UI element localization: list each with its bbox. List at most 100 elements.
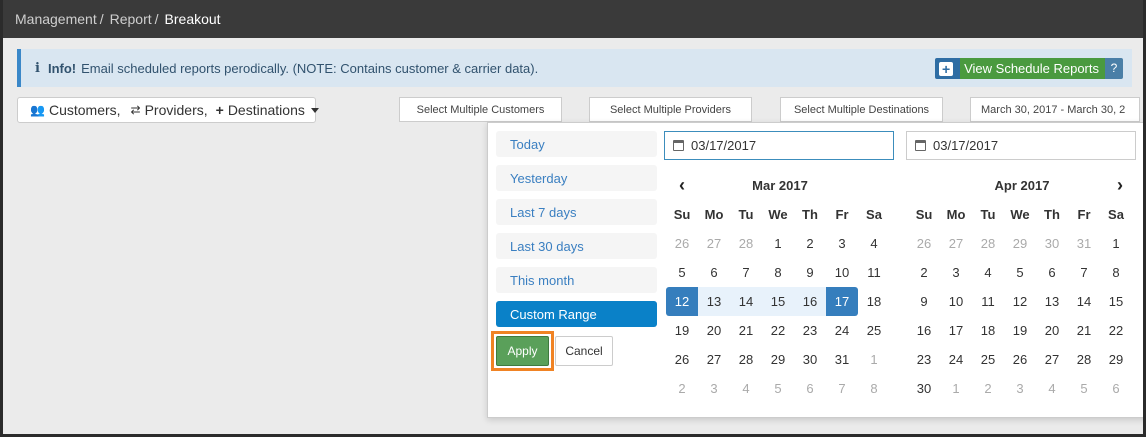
range-yesterday[interactable]: Yesterday (496, 165, 657, 191)
breadcrumb-management[interactable]: Management (15, 11, 97, 27)
calendar-day[interactable]: 12 (1004, 287, 1036, 316)
calendar-day[interactable]: 15 (1100, 287, 1132, 316)
calendar-day[interactable]: 19 (666, 316, 698, 345)
calendar-day[interactable]: 7 (1068, 258, 1100, 287)
calendar-day[interactable]: 28 (1068, 345, 1100, 374)
calendar-day[interactable]: 16 (908, 316, 940, 345)
calendar-day[interactable]: 30 (908, 374, 940, 403)
calendar-day[interactable]: 29 (1100, 345, 1132, 374)
range-custom[interactable]: Custom Range (496, 301, 657, 327)
calendar-day[interactable]: 5 (1068, 374, 1100, 403)
date-range-input[interactable]: March 30, 2017 - March 30, 2 (970, 97, 1140, 122)
calendar-day[interactable]: 20 (698, 316, 730, 345)
calendar-day[interactable]: 5 (1004, 258, 1036, 287)
calendar-day[interactable]: 1 (858, 345, 890, 374)
calendar-day[interactable]: 1 (940, 374, 972, 403)
calendar-day[interactable]: 5 (762, 374, 794, 403)
calendar-day[interactable]: 8 (858, 374, 890, 403)
calendar-day[interactable]: 26 (908, 229, 940, 258)
calendar-day[interactable]: 22 (1100, 316, 1132, 345)
calendar-day[interactable]: 1 (762, 229, 794, 258)
end-date-input[interactable]: 03/17/2017 (906, 131, 1136, 160)
calendar-day[interactable]: 27 (698, 345, 730, 374)
calendar-day[interactable]: 6 (794, 374, 826, 403)
calendar-day[interactable]: 27 (1036, 345, 1068, 374)
view-schedule-reports-button[interactable]: + View Schedule Reports (935, 58, 1105, 79)
help-button[interactable]: ? (1105, 58, 1123, 79)
calendar-day[interactable]: 7 (730, 258, 762, 287)
calendar-day[interactable]: 15 (762, 287, 794, 316)
calendar-day[interactable]: 21 (1068, 316, 1100, 345)
calendar-day[interactable]: 17 (826, 287, 858, 316)
calendar-day[interactable]: 14 (1068, 287, 1100, 316)
breadcrumb-report[interactable]: Report (110, 11, 152, 27)
calendar-day[interactable]: 1 (1100, 229, 1132, 258)
calendar-day[interactable]: 6 (1100, 374, 1132, 403)
range-last-30-days[interactable]: Last 30 days (496, 233, 657, 259)
calendar-day[interactable]: 10 (826, 258, 858, 287)
calendar-day[interactable]: 6 (1036, 258, 1068, 287)
calendar-day[interactable]: 17 (940, 316, 972, 345)
calendar-day[interactable]: 2 (666, 374, 698, 403)
calendar-day[interactable]: 11 (858, 258, 890, 287)
calendar-day[interactable]: 20 (1036, 316, 1068, 345)
calendar-day[interactable]: 24 (826, 316, 858, 345)
calendar-day[interactable]: 27 (698, 229, 730, 258)
select-customers[interactable]: Select Multiple Customers (399, 97, 562, 122)
calendar-day[interactable]: 26 (666, 229, 698, 258)
calendar-day[interactable]: 7 (826, 374, 858, 403)
calendar-day[interactable]: 9 (908, 287, 940, 316)
calendar-day[interactable]: 27 (940, 229, 972, 258)
calendar-day[interactable]: 18 (972, 316, 1004, 345)
calendar-day[interactable]: 28 (730, 345, 762, 374)
chevron-right-icon[interactable]: › (1117, 175, 1123, 196)
calendar-day[interactable]: 4 (1036, 374, 1068, 403)
calendar-day[interactable]: 5 (666, 258, 698, 287)
calendar-day[interactable]: 4 (730, 374, 762, 403)
calendar-day[interactable]: 25 (972, 345, 1004, 374)
apply-button[interactable]: Apply (496, 336, 549, 366)
calendar-day[interactable]: 31 (1068, 229, 1100, 258)
calendar-day[interactable]: 23 (794, 316, 826, 345)
calendar-day[interactable]: 28 (730, 229, 762, 258)
calendar-day[interactable]: 14 (730, 287, 762, 316)
calendar-day[interactable]: 2 (972, 374, 1004, 403)
range-this-month[interactable]: This month (496, 267, 657, 293)
calendar-day[interactable]: 4 (858, 229, 890, 258)
calendar-day[interactable]: 30 (794, 345, 826, 374)
calendar-day[interactable]: 11 (972, 287, 1004, 316)
calendar-day[interactable]: 2 (794, 229, 826, 258)
calendar-day[interactable]: 12 (666, 287, 698, 316)
calendar-day[interactable]: 30 (1036, 229, 1068, 258)
calendar-day[interactable]: 2 (908, 258, 940, 287)
calendar-day[interactable]: 3 (1004, 374, 1036, 403)
calendar-day[interactable]: 25 (858, 316, 890, 345)
calendar-day[interactable]: 24 (940, 345, 972, 374)
calendar-day[interactable]: 6 (698, 258, 730, 287)
range-last-7-days[interactable]: Last 7 days (496, 199, 657, 225)
calendar-day[interactable]: 13 (698, 287, 730, 316)
filter-dropdown-button[interactable]: 👥 Customers, ⇄ Providers, + Destinations (17, 97, 319, 123)
calendar-day[interactable]: 22 (762, 316, 794, 345)
calendar-day[interactable]: 26 (1004, 345, 1036, 374)
start-date-input[interactable]: 03/17/2017 (664, 131, 894, 160)
calendar-day[interactable]: 3 (940, 258, 972, 287)
calendar-day[interactable]: 29 (762, 345, 794, 374)
calendar-day[interactable]: 19 (1004, 316, 1036, 345)
calendar-day[interactable]: 3 (826, 229, 858, 258)
calendar-day[interactable]: 26 (666, 345, 698, 374)
calendar-day[interactable]: 8 (1100, 258, 1132, 287)
calendar-day[interactable]: 13 (1036, 287, 1068, 316)
calendar-day[interactable]: 21 (730, 316, 762, 345)
calendar-day[interactable]: 18 (858, 287, 890, 316)
calendar-day[interactable]: 10 (940, 287, 972, 316)
calendar-day[interactable]: 3 (698, 374, 730, 403)
calendar-day[interactable]: 29 (1004, 229, 1036, 258)
select-destinations[interactable]: Select Multiple Destinations (780, 97, 943, 122)
calendar-day[interactable]: 16 (794, 287, 826, 316)
cancel-button[interactable]: Cancel (555, 336, 613, 366)
calendar-day[interactable]: 4 (972, 258, 1004, 287)
select-providers[interactable]: Select Multiple Providers (589, 97, 752, 122)
chevron-left-icon[interactable]: ‹ (679, 175, 685, 196)
range-today[interactable]: Today (496, 131, 657, 157)
